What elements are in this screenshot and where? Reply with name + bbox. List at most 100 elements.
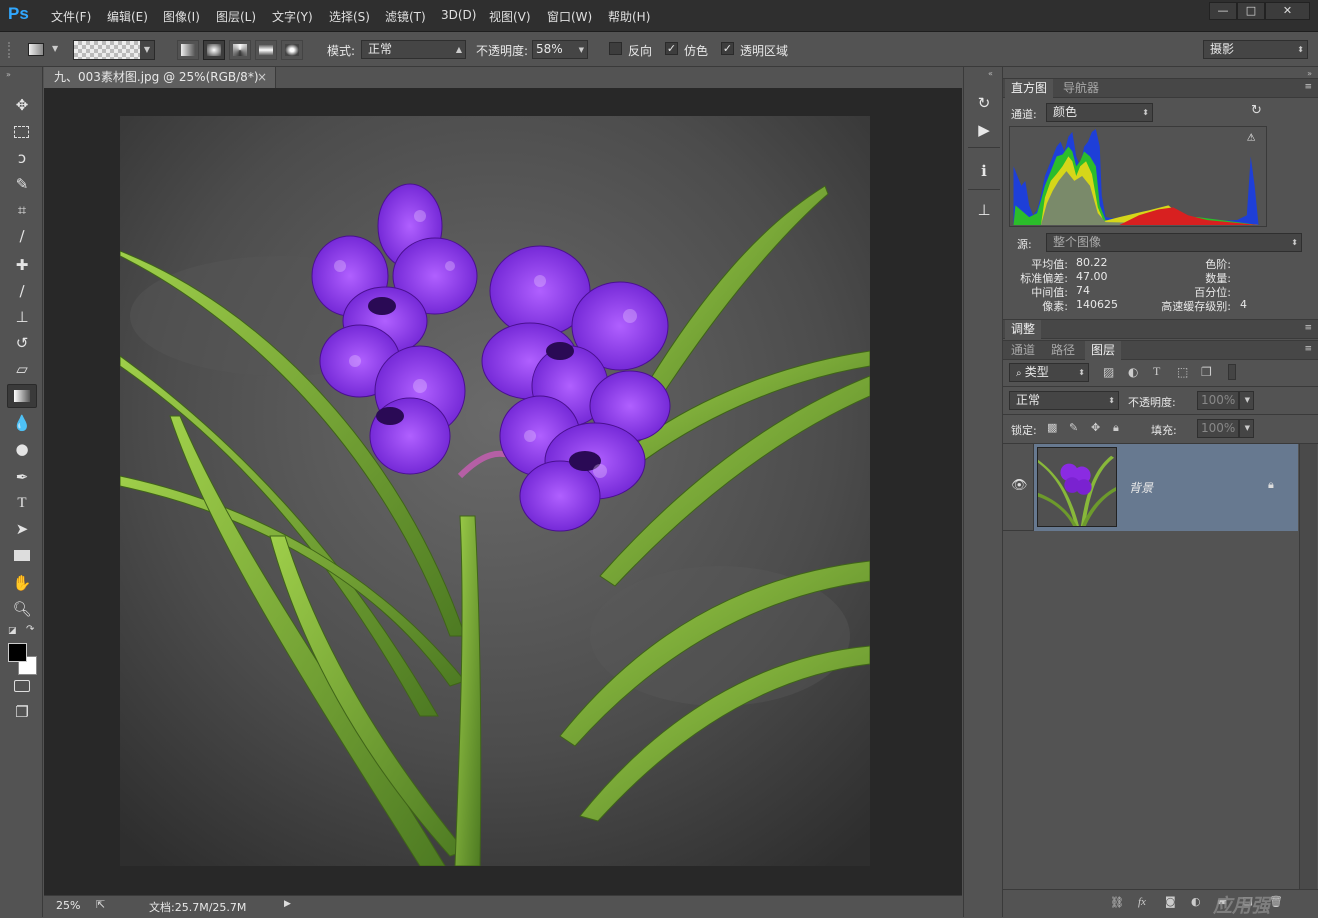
layer-name[interactable]: 背景 [1129, 479, 1153, 496]
document-image[interactable] [120, 116, 870, 866]
menu-filter[interactable]: 滤镜(T) [385, 8, 426, 25]
marquee-tool-icon[interactable] [10, 121, 34, 143]
transparency-checkbox[interactable]: ✓ [721, 42, 734, 55]
tab-adjustments[interactable]: 调整 [1005, 320, 1042, 339]
refresh-icon[interactable]: ↻ [1251, 103, 1262, 118]
lock-all-icon[interactable]: 🔒︎ [1113, 421, 1119, 435]
screen-mode-icon[interactable]: ❐ [10, 701, 34, 723]
source-dropdown[interactable]: 整个图像 ⬍ [1046, 233, 1302, 252]
actions-panel-icon[interactable]: ▶ [973, 119, 995, 141]
expand-dock-icon[interactable]: « [988, 69, 993, 78]
add-mask-icon[interactable]: ◙ [1165, 895, 1176, 908]
filter-type-icon[interactable]: T [1153, 364, 1160, 379]
menu-type[interactable]: 文字(Y) [272, 8, 313, 25]
panel-menu-icon[interactable]: ≡ [1304, 323, 1312, 333]
info-panel-icon[interactable]: ℹ [973, 160, 995, 182]
grip-handle[interactable] [8, 42, 10, 58]
menu-help[interactable]: 帮助(H) [608, 8, 650, 25]
blur-tool-icon[interactable]: 💧 [10, 412, 34, 434]
menu-select[interactable]: 选择(S) [329, 8, 370, 25]
lasso-tool-icon[interactable]: ↄ [10, 147, 34, 169]
blend-mode-dropdown[interactable]: 正常 ⬍ [1009, 391, 1119, 410]
opacity-field[interactable]: 58% ▼ [532, 40, 588, 59]
default-colors-icon[interactable]: ◪ [8, 626, 17, 636]
lock-position-icon[interactable]: ✥ [1091, 421, 1100, 434]
link-layers-icon[interactable]: ⛓ [1110, 896, 1124, 909]
collapse-icon[interactable]: » [6, 70, 11, 79]
mode-dropdown[interactable]: 正常 ▲ [361, 40, 466, 59]
channel-dropdown[interactable]: 颜色 ⬍ [1046, 103, 1153, 122]
swap-colors-icon[interactable]: ↷ [26, 624, 34, 635]
layer-style-icon[interactable]: fx [1138, 896, 1146, 908]
minimize-button[interactable]: — [1209, 2, 1237, 20]
angle-gradient-button[interactable] [229, 40, 251, 60]
menu-window[interactable]: 窗口(W) [547, 8, 592, 25]
filter-toggle-switch[interactable] [1228, 364, 1236, 380]
quick-mask-icon[interactable] [10, 675, 34, 697]
dodge-tool-icon[interactable]: ● [10, 438, 34, 460]
collapse-dock-icon[interactable]: » [1307, 69, 1312, 78]
hand-tool-icon[interactable]: ✋ [10, 572, 34, 594]
radial-gradient-button[interactable] [203, 40, 225, 60]
document-tab[interactable]: 九、003素材图.jpg @ 25%(RGB/8*) × [44, 67, 276, 88]
filter-adjustment-icon[interactable]: ◐ [1128, 365, 1138, 379]
menu-edit[interactable]: 编辑(E) [107, 8, 148, 25]
workspace-dropdown[interactable]: 摄影 ⬍ [1203, 40, 1308, 59]
lock-paint-icon[interactable]: ✎ [1069, 421, 1078, 434]
menu-view[interactable]: 视图(V) [489, 8, 531, 25]
reverse-checkbox[interactable] [609, 42, 622, 55]
zoom-level[interactable]: 25% [56, 899, 80, 912]
export-icon[interactable]: ⇱ [96, 898, 105, 911]
healing-brush-tool-icon[interactable]: ✚ [10, 254, 34, 276]
layer-opacity-field[interactable]: 100% [1197, 391, 1239, 410]
close-button[interactable]: ✕ [1265, 2, 1310, 20]
status-menu-arrow-icon[interactable]: ▶ [284, 899, 291, 909]
maximize-button[interactable]: □ [1237, 2, 1265, 20]
gradient-editor-swatch[interactable]: ▼ [73, 40, 155, 60]
move-tool-icon[interactable]: ✥ [10, 94, 34, 116]
dither-checkbox[interactable]: ✓ [665, 42, 678, 55]
foreground-color-swatch[interactable] [8, 643, 27, 662]
tab-histogram[interactable]: 直方图 [1005, 79, 1054, 98]
zoom-tool-icon[interactable]: 🔍︎ [10, 598, 34, 620]
menu-layer[interactable]: 图层(L) [216, 8, 256, 25]
adjustment-layer-icon[interactable]: ◐ [1191, 895, 1201, 908]
eye-icon[interactable]: 👁︎ [1011, 478, 1028, 493]
history-brush-tool-icon[interactable]: ↺ [10, 332, 34, 354]
history-panel-icon[interactable]: ↻ [973, 92, 995, 114]
layer-row[interactable]: 👁︎ 背景 🔒︎ [1003, 444, 1298, 531]
gradient-tool-icon[interactable] [7, 384, 37, 408]
layer-filter-dropdown[interactable]: ⌕ 类型 ⬍ [1009, 363, 1089, 382]
lock-transparent-icon[interactable]: ▩ [1047, 421, 1057, 434]
filter-smartobject-icon[interactable]: ❐ [1201, 365, 1212, 379]
linear-gradient-button[interactable] [177, 40, 199, 60]
fill-dropdown[interactable]: ▼ [1239, 419, 1254, 438]
menu-file[interactable]: 文件(F) [51, 8, 91, 25]
tab-navigator[interactable]: 导航器 [1057, 79, 1105, 98]
type-tool-icon[interactable]: T [10, 492, 34, 514]
brush-tool-icon[interactable]: ∕ [10, 280, 34, 302]
tab-layers[interactable]: 图层 [1085, 341, 1122, 360]
menu-3d[interactable]: 3D(D) [441, 8, 476, 22]
filter-pixel-icon[interactable]: ▨ [1103, 365, 1114, 379]
panel-menu-icon[interactable]: ≡ [1304, 344, 1312, 354]
filter-shape-icon[interactable]: ⬚ [1177, 365, 1188, 379]
menu-image[interactable]: 图像(I) [163, 8, 200, 25]
layers-scrollbar[interactable] [1299, 444, 1317, 889]
eyedropper-tool-icon[interactable]: ∕ [10, 225, 34, 247]
tab-paths[interactable]: 路径 [1045, 341, 1081, 360]
rectangle-tool-icon[interactable] [10, 544, 34, 566]
diamond-gradient-button[interactable] [281, 40, 303, 60]
close-tab-icon[interactable]: × [257, 67, 267, 88]
trash-icon[interactable]: 🗑︎ [1269, 895, 1283, 908]
pen-tool-icon[interactable]: ✒ [10, 466, 34, 488]
layer-opacity-dropdown[interactable]: ▼ [1239, 391, 1254, 410]
quick-selection-tool-icon[interactable]: ✎ [10, 173, 34, 195]
path-selection-tool-icon[interactable]: ➤ [10, 518, 34, 540]
clone-stamp-tool-icon[interactable]: ⊥ [10, 306, 34, 328]
fill-field[interactable]: 100% [1197, 419, 1239, 438]
tab-channels[interactable]: 通道 [1005, 341, 1041, 360]
crop-tool-icon[interactable]: ⌗ [10, 199, 34, 221]
reflected-gradient-button[interactable] [255, 40, 277, 60]
clone-source-panel-icon[interactable]: ⊥ [973, 199, 995, 221]
